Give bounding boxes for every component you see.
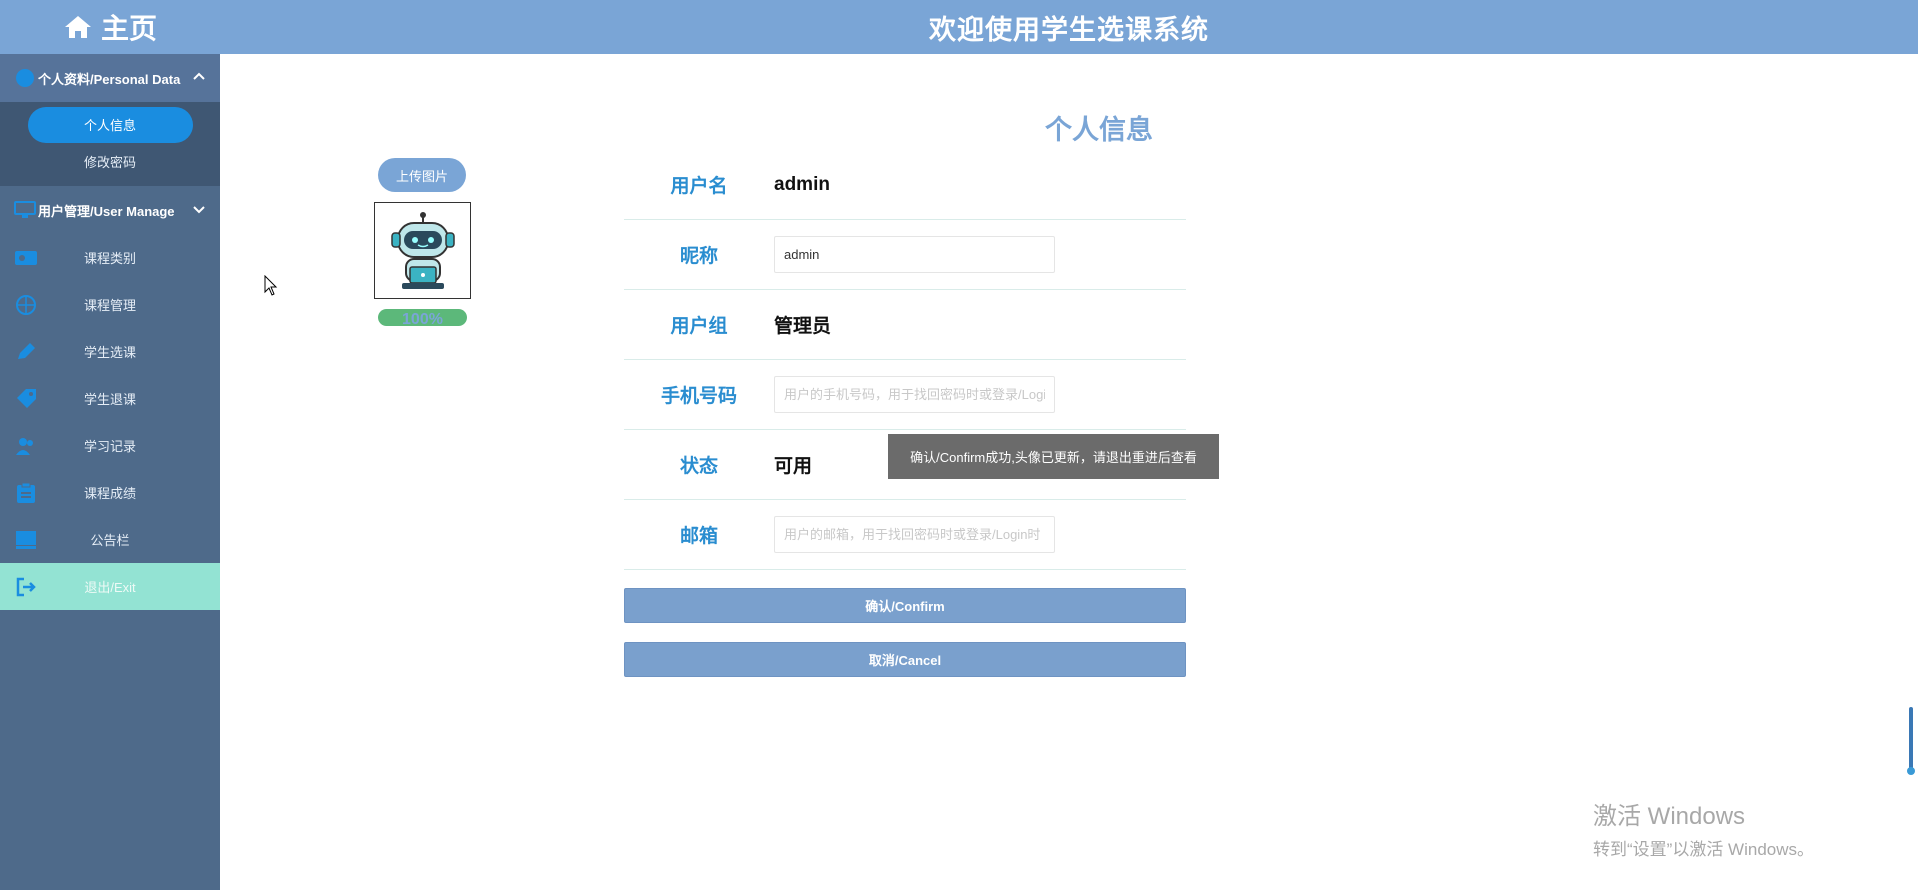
upload-image-button[interactable]: 上传图片 xyxy=(378,158,466,192)
page-title: 个人信息 xyxy=(1045,115,1153,145)
tag-icon xyxy=(17,389,36,408)
sidebar: 主页 个人资料/Personal Data 个人信息 修改密码 用户管理/Use… xyxy=(0,0,220,890)
sidebar-item-exit[interactable]: 退出/Exit xyxy=(0,563,220,610)
upload-progress: 100% xyxy=(378,309,467,328)
user-circle-icon xyxy=(14,67,36,89)
menu-group-personal-data[interactable]: 个人资料/Personal Data xyxy=(0,54,220,102)
email-label: 邮箱 xyxy=(679,526,718,547)
username-label: 用户名 xyxy=(670,176,728,197)
form-row-phone: 手机号码 xyxy=(624,360,1186,430)
sidebar-item-study-record[interactable]: 学习记录 xyxy=(0,422,220,469)
sidebar-item-course-drop[interactable]: 学生退课 xyxy=(0,375,220,422)
avatar xyxy=(374,202,471,299)
profile-form: 用户名 admin 昵称 用户组 管理员 手机号码 状态 可用 邮箱 xyxy=(624,150,1186,570)
phone-input[interactable] xyxy=(774,376,1055,413)
app-title: 欢迎使用学生选课系统 xyxy=(929,14,1209,45)
chevron-down-icon xyxy=(193,206,205,214)
email-input[interactable] xyxy=(774,516,1055,553)
nickname-label: 昵称 xyxy=(679,246,718,267)
users-icon xyxy=(16,438,33,455)
chevron-up-icon xyxy=(193,72,205,80)
scroll-handle[interactable] xyxy=(1907,707,1916,777)
brand-label: 主页 xyxy=(100,13,157,44)
sidebar-item-course-manage[interactable]: 课程管理 xyxy=(0,281,220,328)
clipboard-icon xyxy=(17,482,35,503)
logout-icon xyxy=(16,577,36,597)
form-row-group: 用户组 管理员 xyxy=(624,290,1186,360)
group-label: 用户组 xyxy=(670,316,728,337)
monitor-icon xyxy=(14,199,36,221)
sidebar-item-personal-info[interactable]: 个人信息 xyxy=(0,106,220,143)
header: 欢迎使用学生选课系统 xyxy=(220,0,1918,54)
toast-message: 确认/Confirm成功,头像已更新，请退出重进后查看 xyxy=(888,434,1219,479)
menu-group-user-manage[interactable]: 用户管理/User Manage xyxy=(0,186,220,234)
sidebar-item-notice-board[interactable]: 公告栏 xyxy=(0,516,220,563)
watermark-line2: 转到“设置”以激活 Windows。 xyxy=(1593,840,1815,859)
form-row-email: 邮箱 xyxy=(624,500,1186,570)
globe-icon xyxy=(16,295,36,315)
board-icon xyxy=(16,531,36,549)
home-icon xyxy=(64,16,91,38)
form-row-username: 用户名 admin xyxy=(624,150,1186,220)
sidebar-item-label: 个人信息 xyxy=(27,106,193,143)
phone-label: 手机号码 xyxy=(660,386,737,407)
menu-group-label: 用户管理/User Manage xyxy=(38,203,175,219)
sidebar-item-change-password[interactable]: 修改密码 xyxy=(0,143,220,180)
form-row-nickname: 昵称 xyxy=(624,220,1186,290)
mouse-cursor-icon xyxy=(264,275,278,296)
watermark-line1: 激活 Windows xyxy=(1593,803,1746,830)
id-card-icon xyxy=(15,251,37,265)
progress-text: 100% xyxy=(402,311,443,328)
submenu-personal-data: 个人信息 修改密码 xyxy=(0,102,220,186)
status-value: 可用 xyxy=(774,456,813,477)
sidebar-item-course-category[interactable]: 课程类别 xyxy=(0,234,220,281)
sidebar-item-course-score[interactable]: 课程成绩 xyxy=(0,469,220,516)
menu-group-label: 个人资料/Personal Data xyxy=(38,71,181,87)
home-link[interactable]: 主页 xyxy=(0,0,220,54)
sidebar-item-course-select[interactable]: 学生选课 xyxy=(0,328,220,375)
robot-avatar-icon xyxy=(390,211,455,289)
username-value: admin xyxy=(774,173,830,195)
windows-activation-watermark: 激活 Windows 转到“设置”以激活 Windows。 xyxy=(1593,796,1814,860)
status-label: 状态 xyxy=(679,456,718,477)
pencil-icon xyxy=(18,343,35,359)
nickname-input[interactable] xyxy=(774,236,1055,273)
group-value: 管理员 xyxy=(774,316,832,337)
cancel-button[interactable]: 取消/Cancel xyxy=(624,642,1186,677)
sidebar-item-label: 修改密码 xyxy=(83,155,136,170)
confirm-button[interactable]: 确认/Confirm xyxy=(624,588,1186,623)
